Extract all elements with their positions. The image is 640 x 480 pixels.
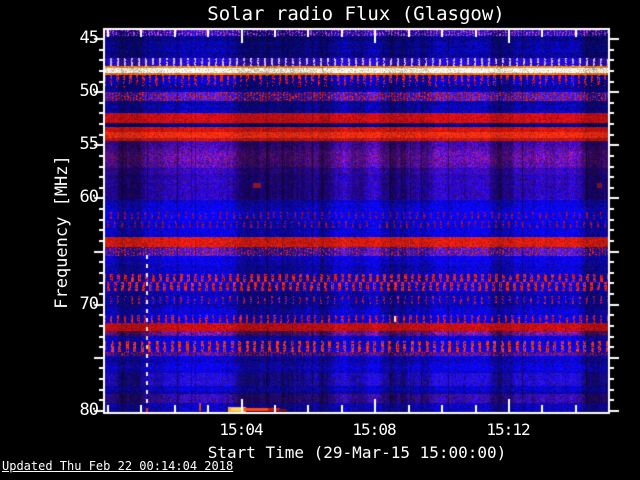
x-tick-label-15-12: 15:12 bbox=[486, 420, 530, 439]
y-tick-label-70: 70 bbox=[79, 294, 99, 314]
plot-title: Solar radio Flux (Glasgow) bbox=[207, 3, 505, 25]
x-tick-label-15-08: 15:08 bbox=[352, 420, 396, 439]
y-tick-label-50: 50 bbox=[79, 81, 99, 101]
y-tick-label-45: 45 bbox=[79, 28, 99, 48]
x-tick-label-15-04: 15:04 bbox=[219, 420, 263, 439]
y-axis-title: Frequency [MHz] bbox=[52, 155, 72, 309]
x-axis-title: Start Time (29-Mar-15 15:00:00) bbox=[207, 443, 507, 462]
spectrogram-window: Solar radio Flux (Glasgow) Frequency [MH… bbox=[0, 0, 640, 480]
y-tick-label-80: 80 bbox=[79, 400, 99, 420]
updated-timestamp: Updated Thu Feb 22 00:14:04 2018 bbox=[2, 459, 234, 473]
y-tick-label-55: 55 bbox=[79, 134, 99, 154]
y-tick-label-60: 60 bbox=[79, 187, 99, 207]
